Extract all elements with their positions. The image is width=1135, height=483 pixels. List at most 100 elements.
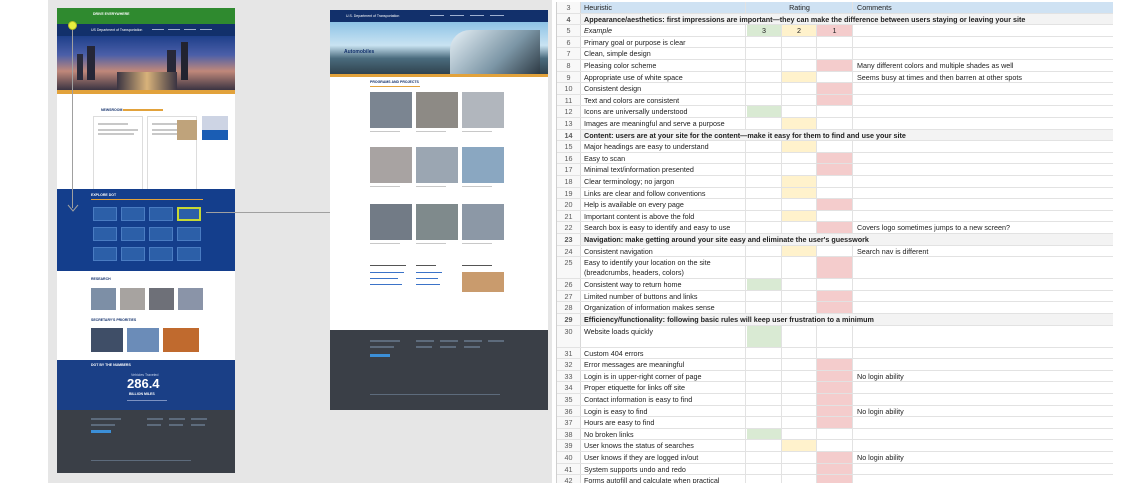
heuristic-row[interactable]: 13 Images are meaningful and serve a purp… [557,118,1113,130]
comment-cell[interactable] [857,106,1112,117]
heuristic-cell[interactable]: Contact information is easy to find [584,394,746,405]
rating-cell-3[interactable] [817,187,853,199]
rating-cell-3[interactable] [817,141,853,152]
heuristic-evaluation-sheet[interactable]: 3 Heuristic Rating Comments 4 Appearance/… [556,2,1113,483]
heuristic-cell[interactable]: Hours are easy to find [584,417,746,428]
heuristic-cell[interactable]: Clean, simple design [584,48,746,59]
explore-tile-8[interactable] [177,227,201,241]
heuristic-row[interactable]: 15 Major headings are easy to understand [557,141,1113,153]
rating-cell-2[interactable] [782,257,817,279]
rating-cell-3[interactable] [817,463,853,475]
newsroom-card-1[interactable] [93,116,143,194]
rating-cell-2[interactable] [782,302,817,313]
rating-cell-3[interactable] [817,176,853,187]
heuristic-cell[interactable]: Custom 404 errors [584,347,746,359]
rating-cell-2[interactable] [782,347,817,359]
rating-cell-2[interactable] [782,290,817,302]
heuristic-row[interactable]: 41 System supports undo and redo [557,463,1113,476]
rating-cell-2[interactable] [782,106,817,117]
rating-cell-2[interactable] [782,245,817,257]
rating-cell-3[interactable] [817,36,853,48]
rating-cell-1[interactable] [747,475,782,483]
rating-cell-3[interactable] [817,60,853,71]
rating-cell-1[interactable] [747,302,782,313]
comment-cell[interactable] [857,279,1112,290]
explore-tile-2[interactable] [121,207,145,221]
rating-cell-3[interactable] [817,302,853,313]
program-card-9[interactable] [462,204,504,240]
explore-tile-automobiles-selected[interactable] [177,207,201,221]
heuristic-cell[interactable]: Major headings are easy to understand [584,141,746,152]
heuristic-cell[interactable]: Primary goal or purpose is clear [584,36,746,48]
comment-cell[interactable] [857,37,1112,48]
heuristic-cell[interactable]: Login is in upper-right corner of page [584,370,746,382]
heuristic-cell[interactable]: No broken links [584,428,746,440]
heuristic-cell[interactable]: Forms autofill and calculate when practi… [584,475,746,483]
rating-cell-3[interactable] [817,417,853,428]
heuristic-cell[interactable]: Clear terminology; no jargon [584,176,746,187]
rating-cell-2[interactable] [782,370,817,382]
heuristic-row[interactable]: 33 Login is in upper-right corner of page… [557,370,1113,383]
rating-cell-3[interactable] [817,106,853,117]
heuristic-row[interactable]: 28 Organization of information makes sens… [557,302,1113,314]
rating-cell-3[interactable] [817,164,853,175]
program-card-3[interactable] [462,92,504,128]
comment-cell[interactable] [857,326,1112,347]
rating-cell-3[interactable] [817,210,853,222]
rating-cell-3[interactable] [817,405,853,417]
heuristic-row[interactable]: 25 Easy to identify your location on the … [557,257,1113,280]
heuristic-row[interactable]: 12 Icons are universally understood [557,106,1113,118]
rating-cell-1[interactable] [747,141,782,152]
explore-tile-3[interactable] [149,207,173,221]
comment-cell[interactable]: No login ability [857,406,1112,417]
heuristic-cell[interactable]: Proper etiquette for links off site [584,382,746,393]
heuristic-row[interactable]: 5 Example 3 2 1 [557,25,1113,37]
heuristic-cell[interactable]: Appropriate use of white space [584,71,746,83]
rating-cell-2[interactable] [782,359,817,370]
rating-cell-2[interactable] [782,36,817,48]
rating-cell-1[interactable] [747,279,782,290]
rating-cell-1[interactable] [747,463,782,475]
heuristic-cell[interactable]: Icons are universally understood [584,106,746,117]
rating-cell-2[interactable] [782,222,817,233]
heuristic-row[interactable]: 37 Hours are easy to find [557,417,1113,429]
explore-tile-11[interactable] [149,247,173,261]
rating-cell-1[interactable] [747,71,782,83]
heuristic-row[interactable]: 26 Consistent way to return home [557,279,1113,291]
heuristic-cell[interactable]: Error messages are meaningful [584,359,746,370]
explore-tile-9[interactable] [93,247,117,261]
heuristic-cell[interactable]: User knows if they are logged in/out [584,452,746,463]
rating-cell-2[interactable] [782,118,817,129]
heuristic-cell[interactable]: Consistent way to return home [584,279,746,290]
heuristic-row[interactable]: 27 Limited number of buttons and links [557,290,1113,303]
heuristic-row[interactable]: 9 Appropriate use of white space Seems bus… [557,71,1113,84]
heuristic-row[interactable]: 16 Easy to scan [557,152,1113,165]
heuristic-cell[interactable]: Content: users are at your site for the … [584,130,1104,141]
rating-cell-2[interactable] [782,325,817,347]
heuristic-row[interactable]: 34 Proper etiquette for links off site [557,382,1113,394]
rating-cell-1[interactable] [747,370,782,382]
rating-cell-3[interactable] [817,440,853,451]
comment-cell[interactable]: Many different colors and multiple shade… [857,60,1112,71]
comment-cell[interactable] [857,211,1112,222]
heuristic-cell[interactable]: Appearance/aesthetics: first impressions… [584,14,1104,25]
rating-cell-2[interactable] [782,440,817,451]
rating-cell-2[interactable]: 2 [782,25,817,36]
heuristic-row[interactable]: 42 Forms autofill and calculate when prac… [557,475,1113,483]
home-page-thumbnail[interactable]: DRIVE EVERYWHERE US Department of Transp… [57,8,235,473]
comment-cell[interactable] [857,25,1112,36]
comment-cell[interactable] [857,48,1112,59]
rating-cell-3[interactable] [817,290,853,302]
comment-cell[interactable]: Search nav is different [857,246,1112,257]
rating-cell-2[interactable] [782,141,817,152]
comment-cell[interactable] [857,440,1112,451]
rating-cell-3[interactable] [817,152,853,164]
rating-cell-1[interactable] [747,417,782,428]
rating-cell-2[interactable] [782,382,817,393]
rating-cell-2[interactable] [782,187,817,199]
heuristic-row[interactable]: 36 Login is easy to find No login ability [557,405,1113,418]
rating-cell-1[interactable] [747,176,782,187]
rating-cell-1[interactable] [747,290,782,302]
rating-cell-1[interactable] [747,359,782,370]
heuristic-row[interactable]: 6 Primary goal or purpose is clear [557,36,1113,49]
